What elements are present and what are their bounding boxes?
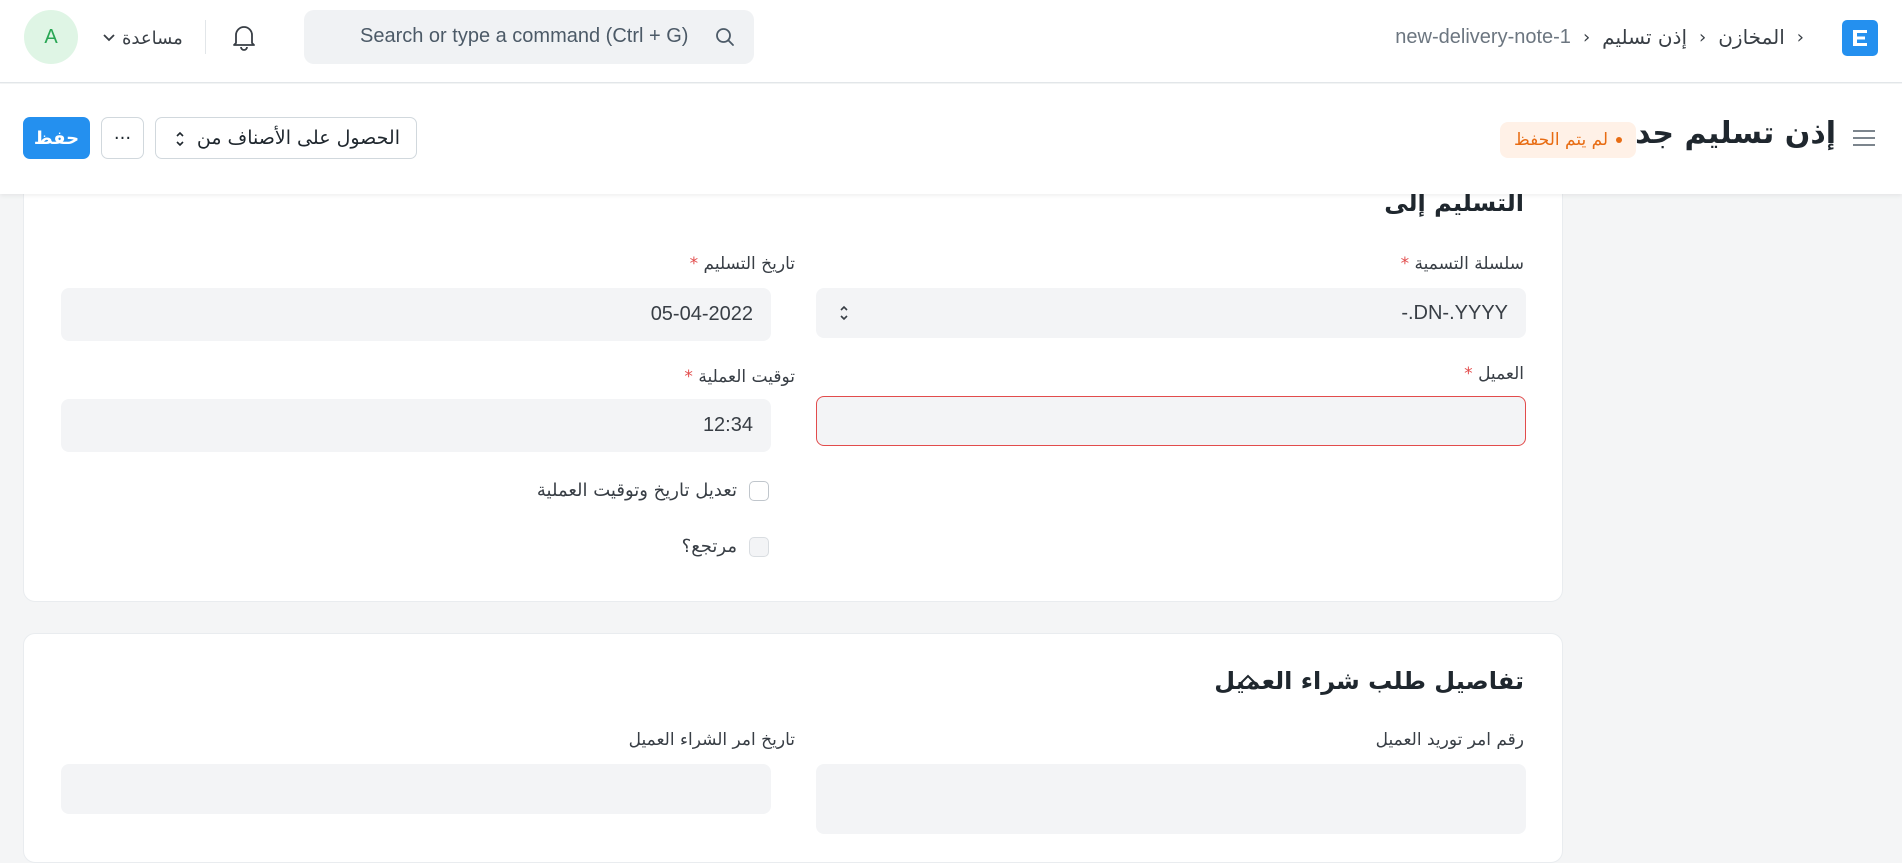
posting-time-value: 12:34 — [702, 414, 753, 436]
status-text: لم يتم الحفظ — [1514, 130, 1609, 150]
select-arrows-icon — [176, 131, 184, 147]
more-actions-button[interactable]: ··· — [101, 117, 144, 159]
posting-time-label: * توقيت العملية — [684, 367, 795, 387]
page-head: إذن تسليم جديد لم يتم الحفظ الحصول على ا… — [0, 84, 1902, 194]
navbar: › المخازن › إذن تسليم › new-delivery-not… — [0, 0, 1902, 83]
search-placeholder: Search or type a command (Ctrl + G) — [360, 25, 689, 47]
is-return-checkbox[interactable] — [749, 536, 769, 557]
search-icon — [716, 28, 734, 46]
naming-series-value: -.DN-.YYYY — [1401, 301, 1508, 324]
help-label: مساعدة — [122, 27, 183, 49]
erpnext-logo-icon — [1853, 30, 1867, 46]
save-label: حفظ — [33, 127, 80, 149]
edit-posting-checkbox-row[interactable]: تعديل تاريخ وتوقيت العملية — [537, 480, 769, 501]
notification-bell-icon[interactable] — [230, 22, 258, 52]
delivery-section-card: التسليم إلى * سلسلة التسمية -.DN-.YYYY *… — [23, 150, 1563, 602]
naming-series-label: * سلسلة التسمية — [1400, 254, 1524, 274]
customer-po-no-input[interactable] — [816, 764, 1526, 834]
sidebar-toggle-icon[interactable] — [1851, 127, 1877, 149]
page-title: إذن تسليم جديد — [1606, 116, 1836, 151]
posting-time-field[interactable]: 12:34 — [61, 399, 771, 452]
customer-input[interactable] — [816, 396, 1526, 446]
search-bar[interactable]: Search or type a command (Ctrl + G) — [304, 10, 754, 64]
breadcrumb: › المخازن › إذن تسليم › new-delivery-not… — [1395, 22, 1816, 52]
customer-po-no-label: رقم امر توريد العميل — [1375, 730, 1524, 750]
customer-po-date-field[interactable] — [61, 764, 771, 814]
is-return-label: مرتجع؟ — [681, 536, 737, 557]
chevron-right-icon: › — [1582, 26, 1591, 48]
posting-date-value: 05-04-2022 — [650, 303, 753, 325]
avatar-initial: A — [44, 25, 58, 48]
section-title-customer-po: تفاصيل طلب شراء العميل — [1214, 667, 1524, 695]
breadcrumb-current-doc[interactable]: new-delivery-note-1 — [1395, 26, 1571, 49]
posting-date-label: * تاريخ التسليم — [689, 254, 795, 274]
is-return-checkbox-row[interactable]: مرتجع؟ — [682, 536, 769, 557]
user-avatar[interactable]: A — [24, 10, 78, 64]
customer-po-section-card: تفاصيل طلب شراء العميل رقم امر توريد الع… — [23, 633, 1563, 863]
breadcrumb-delivery-note[interactable]: إذن تسليم — [1602, 25, 1687, 49]
chevron-right-icon: › — [1796, 26, 1804, 48]
posting-date-field[interactable]: 05-04-2022 — [61, 288, 771, 341]
chevron-up-icon[interactable] — [1238, 672, 1258, 686]
save-button[interactable]: حفظ — [23, 117, 90, 159]
status-badge: لم يتم الحفظ — [1500, 122, 1637, 158]
status-dot-icon — [1616, 137, 1623, 143]
breadcrumb-stock[interactable]: المخازن — [1718, 25, 1785, 49]
help-dropdown[interactable]: مساعدة — [102, 24, 183, 52]
chevron-right-icon: › — [1699, 26, 1707, 48]
customer-label: * العميل — [1464, 364, 1524, 384]
edit-posting-checkbox[interactable] — [749, 480, 769, 501]
edit-posting-label: تعديل تاريخ وتوقيت العملية — [536, 480, 737, 501]
ellipsis-icon: ··· — [113, 127, 132, 149]
get-items-label: الحصول على الأصناف من — [196, 127, 400, 149]
get-items-from-button[interactable]: الحصول على الأصناف من — [155, 117, 417, 159]
navbar-divider — [205, 20, 206, 54]
naming-series-select[interactable]: -.DN-.YYYY — [816, 288, 1526, 338]
customer-po-date-label: تاريخ امر الشراء العميل — [628, 730, 795, 750]
select-arrows-icon — [840, 305, 848, 321]
app-logo[interactable] — [1842, 20, 1878, 56]
chevron-down-icon — [103, 34, 115, 42]
